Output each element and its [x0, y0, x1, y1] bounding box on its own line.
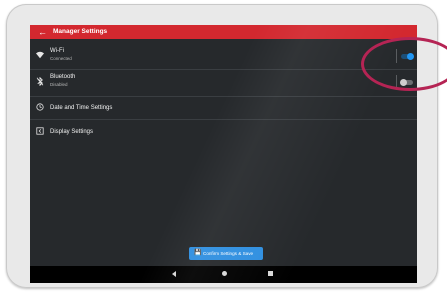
confirm-save-button[interactable]: 💾 Confirm Settings & Save: [189, 247, 263, 260]
clock-icon: [36, 103, 44, 113]
save-icon: 💾: [194, 250, 202, 256]
divider: [30, 69, 417, 70]
app-bar: ← Manager Settings: [30, 25, 417, 39]
wifi-icon: [36, 51, 44, 61]
bluetooth-disabled-icon: [36, 76, 44, 88]
system-nav-bar: [30, 266, 417, 283]
divider: [30, 96, 417, 97]
setting-row-date-time[interactable]: Date and Time Settings: [30, 101, 417, 115]
confirm-save-label: Confirm Settings & Save: [203, 251, 254, 256]
home-circle-icon[interactable]: [222, 271, 227, 276]
wifi-title: Wi-Fi: [50, 48, 64, 54]
display-title: Display Settings: [50, 129, 94, 135]
back-triangle-icon[interactable]: [172, 271, 176, 277]
page-title: Manager Settings: [53, 28, 108, 35]
arrow-left-icon[interactable]: ←: [38, 26, 47, 38]
tablet-screen: ← Manager Settings Wi-Fi Connected Bluet…: [30, 25, 417, 283]
bluetooth-status: Disabled: [50, 82, 68, 87]
divider: [30, 119, 417, 120]
setting-row-wifi[interactable]: Wi-Fi Connected: [30, 45, 417, 67]
setting-row-bluetooth[interactable]: Bluetooth Disabled: [30, 71, 417, 93]
wifi-status: Connected: [50, 56, 72, 61]
display-icon: [36, 127, 44, 137]
setting-row-display[interactable]: Display Settings: [30, 125, 417, 139]
bluetooth-title: Bluetooth: [50, 74, 76, 80]
recent-square-icon[interactable]: [268, 271, 273, 276]
date-time-title: Date and Time Settings: [50, 105, 113, 111]
